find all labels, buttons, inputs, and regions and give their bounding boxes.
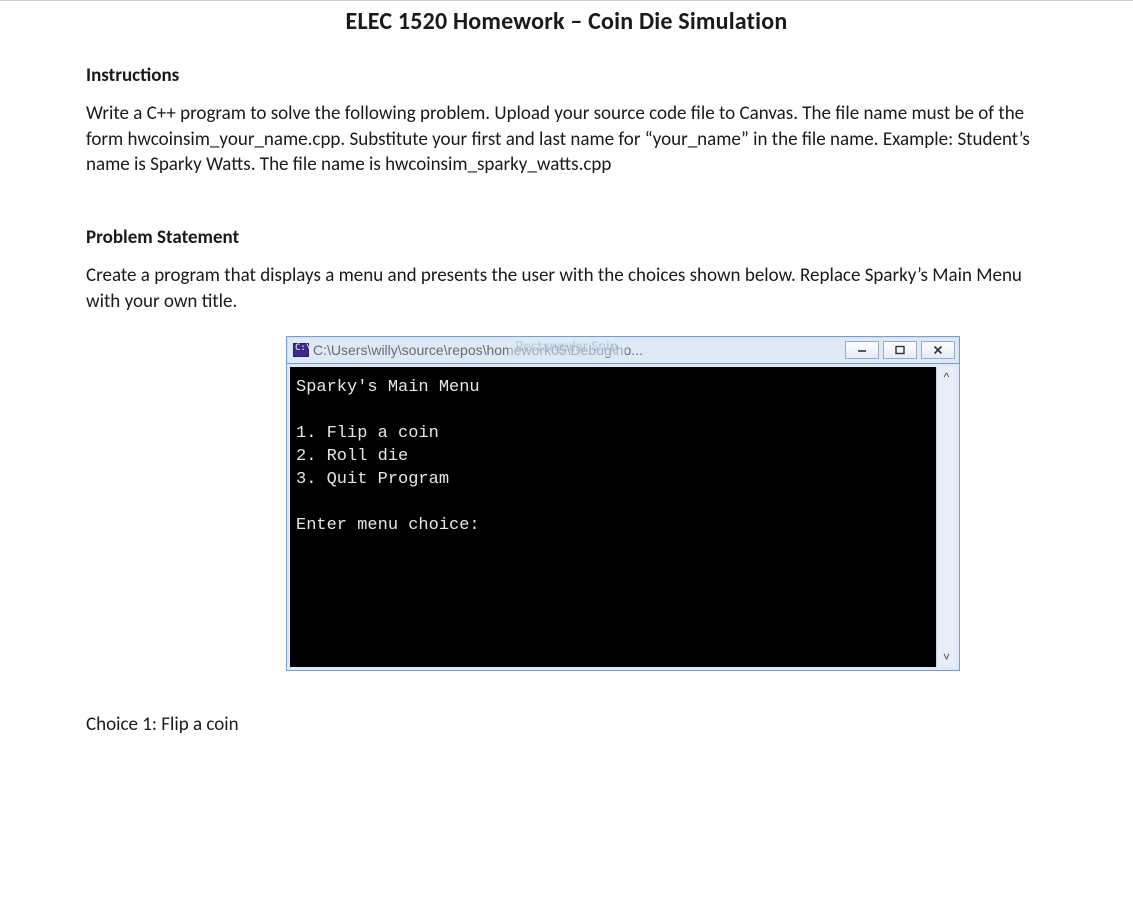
console-line-3: 3. Quit Program [296,470,449,489]
console-prompt: Enter menu choice: [296,516,480,535]
problem-statement-heading: Problem Statement [86,226,1047,249]
scroll-down-icon[interactable]: ˅ [943,651,950,663]
console-menu-title: Sparky's Main Menu [296,378,480,397]
scroll-up-icon[interactable]: ^ [944,371,950,383]
console-output: Sparky's Main Menu 1. Flip a coin 2. Rol… [290,367,936,667]
vertical-scrollbar[interactable]: ^ ˅ [936,367,956,667]
console-line-1: 1. Flip a coin [296,424,439,443]
console-body-row: Sparky's Main Menu 1. Flip a coin 2. Rol… [287,363,959,670]
maximize-button[interactable] [883,341,917,359]
window-titlebar: C:\Users\willy\source\repos\homework05\D… [287,337,959,363]
minimize-button[interactable] [845,341,879,359]
document-content: Instructions Write a C++ program to solv… [0,64,1133,736]
console-screenshot: C:\Users\willy\source\repos\homework05\D… [286,336,960,671]
choice-1-heading: Choice 1: Flip a coin [86,713,1047,736]
window-controls [845,341,955,359]
document-page: ELEC 1520 Homework – Coin Die Simulation… [0,0,1133,909]
problem-statement-body: Create a program that displays a menu an… [86,263,1047,314]
console-line-2: 2. Roll die [296,447,408,466]
instructions-heading: Instructions [86,64,1047,87]
window-title-text: C:\Users\willy\source\repos\homework05\D… [313,342,841,358]
cmd-icon [293,343,309,357]
document-title: ELEC 1520 Homework – Coin Die Simulation [0,7,1133,36]
console-window: C:\Users\willy\source\repos\homework05\D… [286,336,960,671]
close-button[interactable] [921,341,955,359]
instructions-body: Write a C++ program to solve the followi… [86,101,1047,178]
